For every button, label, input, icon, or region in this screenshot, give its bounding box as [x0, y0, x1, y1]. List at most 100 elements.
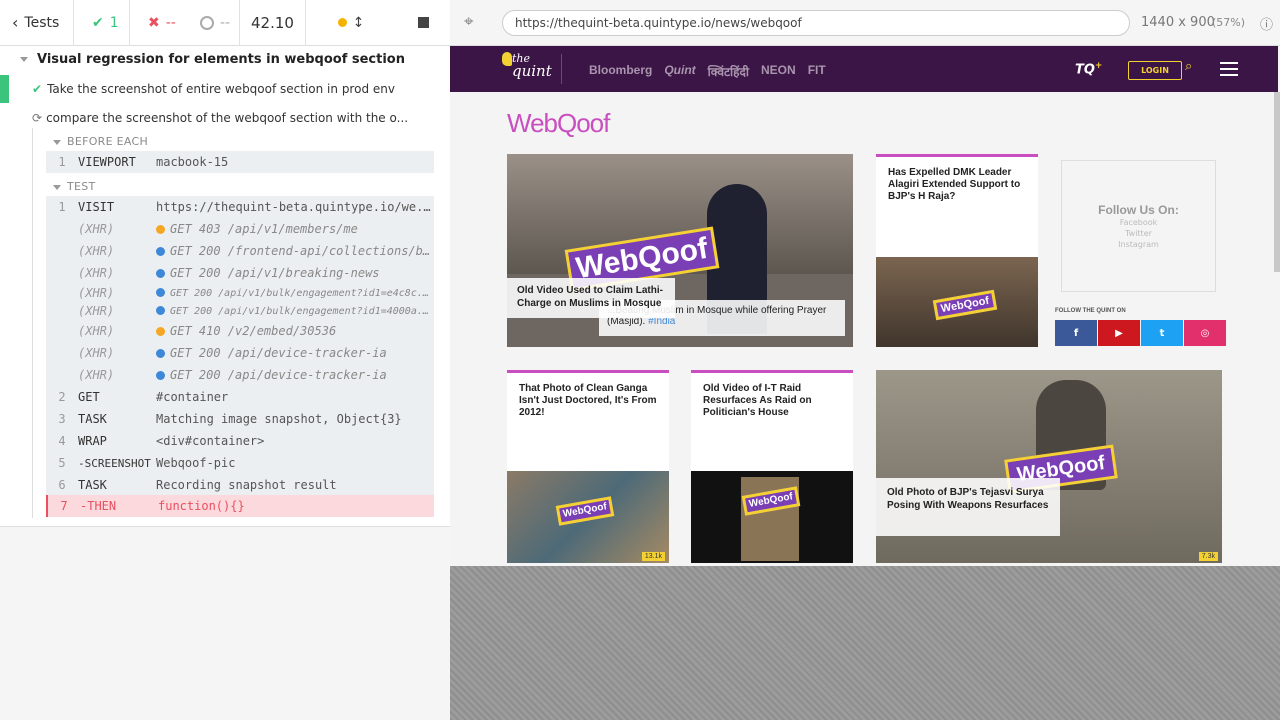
scrollbar[interactable]: [1274, 92, 1280, 272]
command-name: (XHR): [78, 266, 115, 280]
tq-link[interactable]: TQ+: [1075, 61, 1102, 77]
command-message: GET 200 /api/device-tracker-ia: [156, 346, 434, 360]
command-row[interactable]: 4 WRAP <div#container>: [46, 430, 434, 452]
test-label[interactable]: TEST: [53, 180, 96, 193]
url-bar: ⌖ https://thequint-beta.quintype.io/news…: [450, 0, 1280, 46]
view-count: 13.1k: [641, 552, 665, 561]
section-title[interactable]: WebQoof: [507, 108, 610, 139]
command-name: (XHR): [78, 346, 115, 360]
instagram-icon[interactable]: ◎: [1184, 320, 1226, 346]
facebook-icon[interactable]: f: [1055, 320, 1097, 346]
xhr-log-row[interactable]: (XHR) GET 200 /api/device-tracker-ia: [46, 342, 434, 364]
test-running[interactable]: ⟳ compare the screenshot of the webqoof s…: [32, 111, 408, 125]
command-row[interactable]: 2 GET #container: [46, 386, 434, 408]
facebook-link[interactable]: Facebook: [1062, 217, 1215, 228]
reporter-empty-area: [0, 526, 450, 720]
xhr-log-row[interactable]: (XHR) GET 200 /frontend-api/collections/b…: [46, 240, 434, 262]
article-card[interactable]: That Photo of Clean Ganga Isn't Just Doc…: [507, 370, 669, 563]
instagram-link[interactable]: Instagram: [1062, 239, 1215, 250]
command-message-text: GET 200 /api/device-tracker-ia: [170, 346, 387, 360]
partner-bloomberg[interactable]: Bloomberg: [589, 63, 652, 80]
card-image: WebQoof: [876, 257, 1038, 347]
tests-button[interactable]: ‹ Tests: [0, 0, 74, 46]
command-name: WRAP: [78, 434, 107, 448]
command-number: 3: [58, 412, 66, 426]
xhr-log-row[interactable]: (XHR) GET 200 /api/v1/bulk/engagement?id1…: [46, 284, 434, 302]
chevron-left-icon: ‹: [12, 13, 19, 32]
partner-neon[interactable]: NEON: [761, 63, 796, 80]
command-message: https://thequint-beta.quintype.io/we...: [156, 200, 434, 214]
card-title: Old Photo of BJP's Tejasvi Surya Posing …: [876, 478, 1060, 536]
command-message: function(){}: [158, 499, 434, 513]
partner-hindi[interactable]: क्विंटहिंदी: [708, 63, 749, 80]
stop-button[interactable]: [396, 0, 450, 46]
search-icon[interactable]: ⌕: [1185, 59, 1192, 74]
command-number: 4: [58, 434, 66, 448]
command-message-text: GET 200 /frontend-api/collections/b...: [170, 244, 434, 258]
command-message-text: GET 200 /api/device-tracker-ia: [170, 368, 387, 382]
webqoof-stamp: WebQoof: [555, 496, 615, 526]
info-icon[interactable]: ⓘ: [1260, 14, 1273, 33]
auto-scroll-toggle[interactable]: ↕: [306, 0, 396, 46]
command-name: VISIT: [78, 200, 115, 214]
selector-playground-icon[interactable]: ⌖: [464, 12, 474, 32]
command-name: -THEN: [80, 499, 117, 513]
command-number: 2: [58, 390, 66, 404]
command-message-text: GET 200 /api/v1/bulk/engagement?id1=e4c8…: [170, 287, 434, 299]
xhr-log-row[interactable]: (XHR) GET 200 /api/device-tracker-ia: [46, 364, 434, 386]
card-title: Old Video of I-T Raid Resurfaces As Raid…: [703, 383, 812, 418]
article-card[interactable]: WebQoof Old Photo of BJP's Tejasvi Surya…: [876, 370, 1222, 563]
xhr-log-row[interactable]: (XHR) GET 200 /api/v1/bulk/engagement?id1…: [46, 302, 434, 320]
viewport-scale: (57%): [1212, 16, 1246, 29]
command-message: GET 200 /api/device-tracker-ia: [156, 368, 434, 382]
check-icon: ✔: [92, 14, 104, 31]
command-name: (XHR): [78, 324, 115, 338]
partner-fit[interactable]: FIT: [808, 63, 826, 80]
status-dot-icon: [156, 288, 165, 297]
command-number: 6: [58, 478, 66, 492]
failed-command-row[interactable]: 7 -THEN function(){}: [46, 495, 434, 517]
youtube-icon[interactable]: ▶: [1098, 320, 1140, 346]
site-logo[interactable]: the quint: [512, 52, 552, 79]
xhr-log-row[interactable]: (XHR) GET 410 /v2/embed/30536: [46, 320, 434, 342]
command-row[interactable]: 1 VISIT https://thequint-beta.quintype.io/…: [46, 196, 434, 218]
refresh-icon: ⟳: [32, 111, 43, 125]
arrows-vertical-icon: ↕: [352, 14, 365, 31]
command-row[interactable]: 3 TASK Matching image snapshot, Object{3}: [46, 408, 434, 430]
command-row[interactable]: 1 VIEWPORT macbook-15: [46, 151, 434, 173]
xhr-log-row[interactable]: (XHR) GET 403 /api/v1/members/me: [46, 218, 434, 240]
passed-count: ✔ 1: [74, 0, 130, 46]
suite-title[interactable]: Visual regression for elements in webqoo…: [20, 52, 405, 68]
command-message-text: <div#container>: [156, 434, 265, 448]
login-button[interactable]: LOGIN: [1128, 61, 1182, 80]
app-preview: the quint Bloomberg Quint क्विंटहिंदी NE…: [450, 46, 1280, 566]
command-row[interactable]: 6 TASK Recording snapshot result: [46, 474, 434, 496]
card-title: That Photo of Clean Ganga Isn't Just Doc…: [519, 383, 657, 418]
article-card[interactable]: Old Video of I-T Raid Resurfaces As Raid…: [691, 370, 853, 563]
collapse-caret-icon: [20, 57, 28, 62]
command-row[interactable]: 5 -SCREENSHOT Webqoof-pic: [46, 452, 434, 474]
divider: [561, 54, 562, 84]
menu-icon[interactable]: [1220, 62, 1238, 76]
failed-count: ✖ --: [148, 14, 176, 31]
command-name: GET: [78, 390, 100, 404]
follow-links: Facebook Twitter Instagram: [1062, 217, 1215, 250]
command-name: (XHR): [78, 222, 115, 236]
command-message: GET 410 /v2/embed/30536: [156, 324, 434, 338]
command-message: Matching image snapshot, Object{3}: [156, 412, 434, 426]
test-passed[interactable]: ✔ Take the screenshot of entire webqoof s…: [32, 82, 395, 96]
webqoof-stamp: WebQoof: [932, 289, 998, 321]
command-name: TASK: [78, 412, 107, 426]
partner-quint[interactable]: Quint: [664, 63, 695, 80]
status-dot-icon: [337, 18, 347, 27]
twitter-link[interactable]: Twitter: [1062, 228, 1215, 239]
xhr-log-row[interactable]: (XHR) GET 200 /api/v1/breaking-news: [46, 262, 434, 284]
hero-card[interactable]: WebQoof ...Beating Muslim in Mosque whil…: [507, 154, 853, 347]
url-input[interactable]: https://thequint-beta.quintype.io/news/w…: [502, 10, 1130, 36]
before-each-label[interactable]: BEFORE EACH: [53, 135, 148, 148]
command-message: GET 403 /api/v1/members/me: [156, 222, 434, 236]
command-message-text: function(){}: [158, 499, 245, 513]
twitter-icon[interactable]: t: [1141, 320, 1183, 346]
article-card[interactable]: Has Expelled DMK Leader Alagiri Extended…: [876, 154, 1038, 347]
command-number: 1: [58, 200, 66, 214]
